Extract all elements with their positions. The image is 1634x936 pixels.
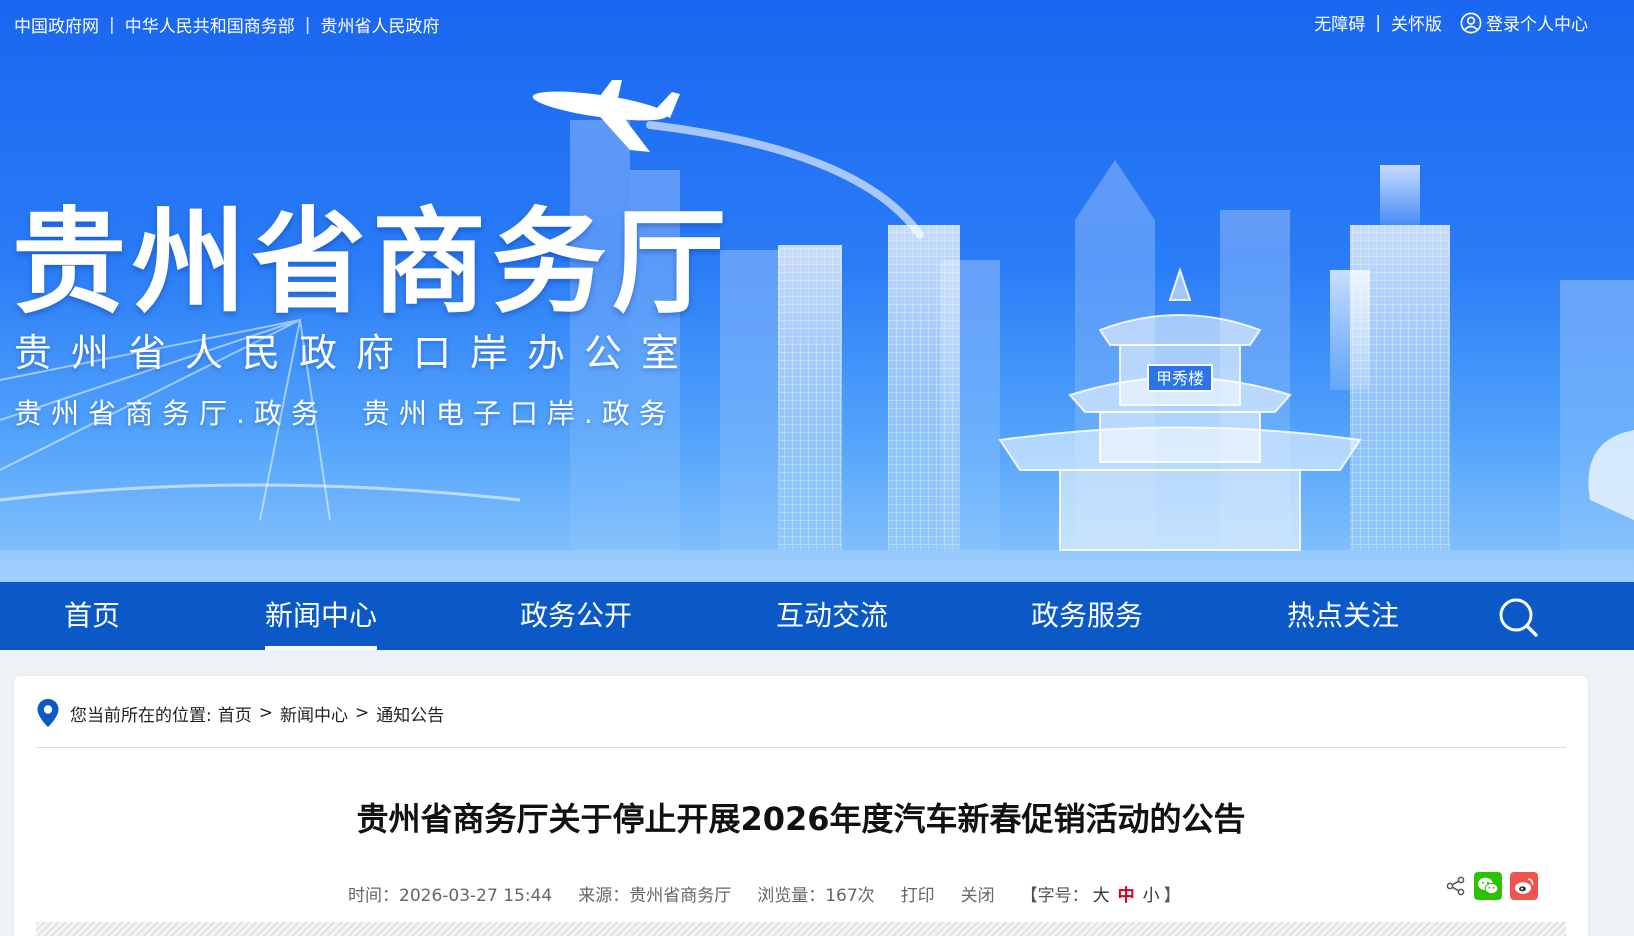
link-guizhou-gov[interactable]: 贵州省人民政府 [320,12,439,37]
main-nav: 首页 新闻中心 政务公开 互动交流 政务服务 热点关注 [0,582,1634,650]
location-pin-icon [37,699,59,727]
share-icon[interactable] [1446,876,1466,896]
share-bar [1446,872,1538,900]
breadcrumb-prefix: 您当前所在的位置: [70,705,212,726]
font-size-control: 【字号：大中小】 [1021,881,1181,906]
nav-item-hot-topics[interactable]: 热点关注 [1287,582,1399,650]
slogan-left: 贵州省商务厅.政务 [14,397,328,430]
site-subtitle: 贵州省人民政府口岸办公室 [14,331,699,375]
page: 甲秀楼 中国政府网 | 中华人民共和国商务部 | 贵州省人民政府 无障碍 | 关… [0,0,1634,936]
close-button[interactable]: 关闭 [961,881,995,906]
font-size-small[interactable]: 小 [1143,886,1160,906]
breadcrumb-separator: > [258,703,273,723]
top-links: 中国政府网 | 中华人民共和国商务部 | 贵州省人民政府 [14,12,439,38]
top-right-links: 无障碍 | 关怀版 登录个人中心 [1314,10,1588,35]
separator: | [304,14,311,35]
separator: | [109,14,115,35]
wechat-icon[interactable] [1474,872,1502,900]
accessibility-link[interactable]: 无障碍 [1314,10,1365,35]
font-size-medium[interactable]: 中 [1118,886,1135,906]
login-label: 登录个人中心 [1486,15,1588,35]
print-button[interactable]: 打印 [901,881,935,906]
site-title: 贵州省商务厅 [12,196,733,329]
link-gov-cn[interactable]: 中国政府网 [14,12,99,37]
care-version-link[interactable]: 关怀版 [1391,10,1442,35]
site-banner: 甲秀楼 中国政府网 | 中华人民共和国商务部 | 贵州省人民政府 无障碍 | 关… [0,0,1634,582]
search-icon[interactable] [1497,596,1539,638]
login-link[interactable]: 登录个人中心 [1460,10,1588,35]
article-meta: 时间：2026-03-27 15:44 来源：贵州省商务厅 浏览量：167次 打… [348,881,1181,906]
article-source: 来源：贵州省商务厅 [578,886,732,906]
content-separator-hatch [36,922,1566,936]
breadcrumb-home[interactable]: 首页 [218,701,252,726]
nav-item-gov-affairs-open[interactable]: 政务公开 [520,582,632,650]
pavilion-plaque: 甲秀楼 [1156,369,1204,388]
link-mofcom[interactable]: 中华人民共和国商务部 [125,12,295,37]
view-count: 浏览量：167次 [757,886,875,906]
separator: | [1375,12,1381,33]
article-title: 贵州省商务厅关于停止开展2026年度汽车新春促销活动的公告 [356,800,1246,838]
slogan-right: 贵州电子口岸.政务 [361,397,676,430]
breadcrumb-separator: > [354,703,370,723]
article-card: 您当前所在的位置: 首页 > 新闻中心 > 通知公告 贵州省商务厅关于停止开展2… [14,676,1588,936]
nav-item-gov-services[interactable]: 政务服务 [1031,582,1143,650]
nav-item-interaction[interactable]: 互动交流 [776,582,888,650]
font-size-large[interactable]: 大 [1093,886,1110,906]
breadcrumb: 您当前所在的位置: 首页 > 新闻中心 > 通知公告 [36,696,444,730]
nav-item-home[interactable]: 首页 [62,582,122,650]
nav-item-news-center[interactable]: 新闻中心 [265,582,377,650]
font-size-label-close: 】 [1163,886,1181,906]
breadcrumb-news-center[interactable]: 新闻中心 [280,701,348,726]
site-slogan: 贵州省商务厅.政务 贵州电子口岸.政务 [14,392,676,432]
font-size-label: 【字号： [1020,886,1089,906]
divider [36,747,1566,748]
weibo-icon[interactable] [1510,872,1538,900]
user-icon [1460,12,1482,33]
publish-time: 时间：2026-03-27 15:44 [348,886,553,906]
breadcrumb-notices[interactable]: 通知公告 [376,701,444,726]
